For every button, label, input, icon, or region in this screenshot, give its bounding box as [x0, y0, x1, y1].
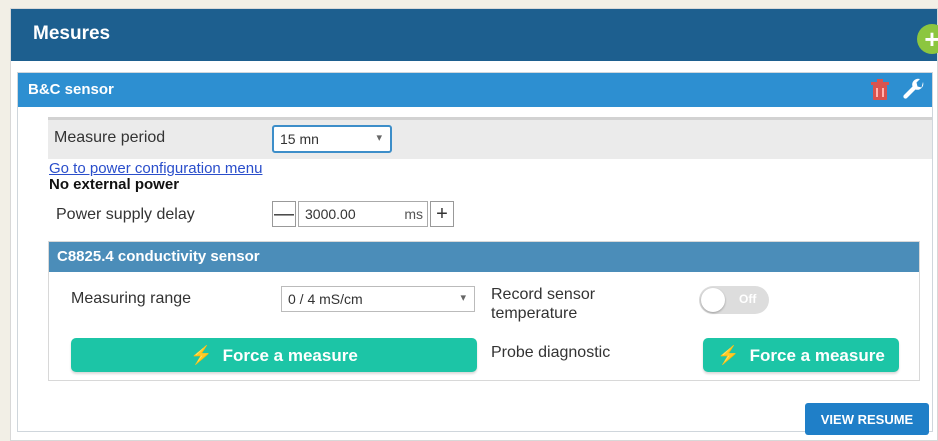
probe-diagnostic-label: Probe diagnostic: [491, 344, 611, 361]
decrement-button[interactable]: —: [272, 201, 296, 227]
plus-circle-icon: +: [924, 23, 938, 54]
record-temperature-toggle[interactable]: Off: [699, 286, 769, 314]
power-delay-unit: ms: [404, 206, 423, 222]
measure-period-row: Measure period 15 mn ▾: [48, 117, 932, 159]
measure-period-label: Measure period: [54, 129, 166, 146]
measures-header: Mesures +: [11, 9, 938, 61]
force-measure-button[interactable]: ⚡ Force a measure: [71, 338, 477, 372]
bolt-icon: ⚡: [717, 344, 740, 365]
toggle-knob: [701, 288, 725, 312]
power-delay-value: 3000.00: [305, 206, 356, 222]
measures-title: Mesures: [33, 23, 111, 44]
diagnostic-force-measure-label: Force a measure: [749, 345, 885, 365]
view-resume-button[interactable]: VIEW RESUME: [805, 403, 929, 435]
power-delay-input[interactable]: 3000.00 ms: [298, 201, 428, 227]
power-delay-label: Power supply delay: [56, 206, 195, 223]
measuring-range-value: 0 / 4 mS/cm: [288, 291, 363, 307]
measures-panel: Mesures + B&C sensor Measure period 15 m…: [10, 8, 938, 441]
force-measure-label: Force a measure: [222, 345, 358, 365]
bolt-icon: ⚡: [190, 344, 213, 365]
sensor-section-title: C8825.4 conductivity sensor: [57, 248, 260, 265]
chevron-down-icon: ▾: [460, 292, 466, 304]
measuring-range-select[interactable]: 0 / 4 mS/cm ▾: [281, 286, 475, 312]
power-delay-stepper: — 3000.00 ms +: [272, 201, 464, 229]
wrench-icon[interactable]: [902, 78, 926, 102]
sensor-card-title: B&C sensor: [28, 81, 114, 98]
record-temperature-label: Record sensor temperature: [491, 286, 596, 322]
sensor-card: B&C sensor Measure period 15 mn ▾ Go to …: [17, 72, 933, 435]
conductivity-sensor-panel: C8825.4 conductivity sensor Measuring ra…: [48, 241, 920, 381]
sensor-card-header: B&C sensor: [18, 73, 932, 107]
toggle-state: Off: [739, 292, 757, 306]
measure-period-select[interactable]: 15 mn ▾: [272, 125, 392, 153]
measuring-range-label: Measuring range: [71, 290, 192, 307]
diagnostic-force-measure-button[interactable]: ⚡ Force a measure: [703, 338, 899, 372]
chevron-down-icon: ▾: [376, 132, 382, 144]
increment-button[interactable]: +: [430, 201, 454, 227]
power-config-link[interactable]: Go to power configuration menu: [49, 160, 262, 177]
add-measure-button[interactable]: +: [917, 24, 938, 54]
power-status: No external power: [49, 176, 180, 193]
measure-period-value: 15 mn: [280, 131, 319, 147]
trash-icon[interactable]: [870, 79, 890, 101]
sensor-section-header: C8825.4 conductivity sensor: [49, 242, 919, 272]
